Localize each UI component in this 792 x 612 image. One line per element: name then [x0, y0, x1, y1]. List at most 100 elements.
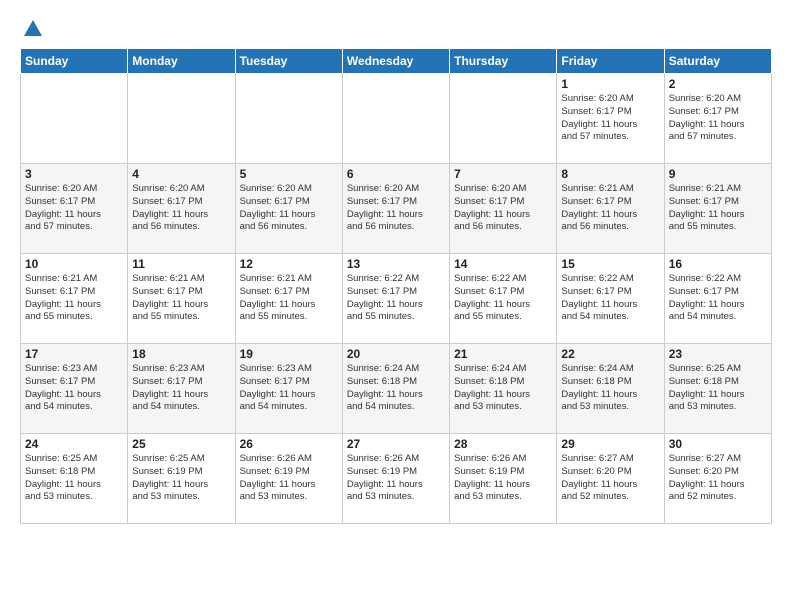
day-info: Sunrise: 6:23 AM Sunset: 6:17 PM Dayligh… [25, 363, 101, 412]
calendar-cell: 10 Sunrise: 6:21 AM Sunset: 6:17 PM Dayli… [21, 254, 128, 344]
day-info: Sunrise: 6:23 AM Sunset: 6:17 PM Dayligh… [132, 363, 208, 412]
calendar-cell: 11 Sunrise: 6:21 AM Sunset: 6:17 PM Dayli… [128, 254, 235, 344]
day-number: 20 [347, 347, 445, 361]
calendar-header-row: SundayMondayTuesdayWednesdayThursdayFrid… [21, 49, 772, 74]
day-number: 11 [132, 257, 230, 271]
calendar-cell: 4 Sunrise: 6:20 AM Sunset: 6:17 PM Daylig… [128, 164, 235, 254]
day-number: 9 [669, 167, 767, 181]
day-number: 5 [240, 167, 338, 181]
weekday-header: Monday [128, 49, 235, 74]
calendar-cell: 2 Sunrise: 6:20 AM Sunset: 6:17 PM Daylig… [664, 74, 771, 164]
day-info: Sunrise: 6:23 AM Sunset: 6:17 PM Dayligh… [240, 363, 316, 412]
day-number: 17 [25, 347, 123, 361]
calendar-cell: 25Sunrise: 6:25 AM Sunset: 6:19 PM Dayli… [128, 434, 235, 524]
logo-icon [22, 18, 44, 40]
day-info: Sunrise: 6:24 AM Sunset: 6:18 PM Dayligh… [561, 363, 637, 412]
calendar-cell: 13 Sunrise: 6:22 AM Sunset: 6:17 PM Dayli… [342, 254, 449, 344]
day-info: Sunrise: 6:27 AM Sunset: 6:20 PM Dayligh… [669, 453, 745, 502]
calendar-cell: 29 Sunrise: 6:27 AM Sunset: 6:20 PM Dayli… [557, 434, 664, 524]
calendar-cell: 15Sunrise: 6:22 AM Sunset: 6:17 PM Dayli… [557, 254, 664, 344]
day-info: Sunrise: 6:20 AM Sunset: 6:17 PM Dayligh… [240, 183, 316, 232]
day-info: Sunrise: 6:20 AM Sunset: 6:17 PM Dayligh… [669, 93, 745, 142]
day-info: Sunrise: 6:26 AM Sunset: 6:19 PM Dayligh… [240, 453, 316, 502]
day-number: 14 [454, 257, 552, 271]
day-number: 24 [25, 437, 123, 451]
calendar-cell [450, 74, 557, 164]
calendar-cell: 9 Sunrise: 6:21 AM Sunset: 6:17 PM Daylig… [664, 164, 771, 254]
day-info: Sunrise: 6:21 AM Sunset: 6:17 PM Dayligh… [669, 183, 745, 232]
calendar-week-row: 10 Sunrise: 6:21 AM Sunset: 6:17 PM Dayli… [21, 254, 772, 344]
day-info: Sunrise: 6:26 AM Sunset: 6:19 PM Dayligh… [347, 453, 423, 502]
weekday-header: Friday [557, 49, 664, 74]
calendar-table: SundayMondayTuesdayWednesdayThursdayFrid… [20, 48, 772, 524]
day-info: Sunrise: 6:20 AM Sunset: 6:17 PM Dayligh… [132, 183, 208, 232]
calendar-cell: 30 Sunrise: 6:27 AM Sunset: 6:20 PM Dayli… [664, 434, 771, 524]
day-info: Sunrise: 6:26 AM Sunset: 6:19 PM Dayligh… [454, 453, 530, 502]
day-number: 1 [561, 77, 659, 91]
calendar-cell: 6 Sunrise: 6:20 AM Sunset: 6:17 PM Daylig… [342, 164, 449, 254]
day-number: 18 [132, 347, 230, 361]
day-info: Sunrise: 6:24 AM Sunset: 6:18 PM Dayligh… [454, 363, 530, 412]
calendar-cell: 17 Sunrise: 6:23 AM Sunset: 6:17 PM Dayli… [21, 344, 128, 434]
calendar-cell: 24 Sunrise: 6:25 AM Sunset: 6:18 PM Dayli… [21, 434, 128, 524]
day-info: Sunrise: 6:20 AM Sunset: 6:17 PM Dayligh… [561, 93, 637, 142]
day-number: 10 [25, 257, 123, 271]
calendar-cell: 12Sunrise: 6:21 AM Sunset: 6:17 PM Dayli… [235, 254, 342, 344]
day-info: Sunrise: 6:27 AM Sunset: 6:20 PM Dayligh… [561, 453, 637, 502]
page: SundayMondayTuesdayWednesdayThursdayFrid… [0, 0, 792, 612]
calendar-week-row: 3 Sunrise: 6:20 AM Sunset: 6:17 PM Daylig… [21, 164, 772, 254]
day-number: 2 [669, 77, 767, 91]
calendar-week-row: 1 Sunrise: 6:20 AM Sunset: 6:17 PM Daylig… [21, 74, 772, 164]
day-number: 27 [347, 437, 445, 451]
day-info: Sunrise: 6:21 AM Sunset: 6:17 PM Dayligh… [561, 183, 637, 232]
day-number: 25 [132, 437, 230, 451]
day-number: 28 [454, 437, 552, 451]
day-number: 29 [561, 437, 659, 451]
day-number: 15 [561, 257, 659, 271]
calendar-cell [128, 74, 235, 164]
calendar-cell: 1 Sunrise: 6:20 AM Sunset: 6:17 PM Daylig… [557, 74, 664, 164]
day-number: 19 [240, 347, 338, 361]
calendar-cell: 8 Sunrise: 6:21 AM Sunset: 6:17 PM Daylig… [557, 164, 664, 254]
weekday-header: Sunday [21, 49, 128, 74]
day-info: Sunrise: 6:21 AM Sunset: 6:17 PM Dayligh… [25, 273, 101, 322]
day-info: Sunrise: 6:22 AM Sunset: 6:17 PM Dayligh… [454, 273, 530, 322]
calendar-cell [342, 74, 449, 164]
day-info: Sunrise: 6:20 AM Sunset: 6:17 PM Dayligh… [347, 183, 423, 232]
weekday-header: Saturday [664, 49, 771, 74]
day-info: Sunrise: 6:20 AM Sunset: 6:17 PM Dayligh… [25, 183, 101, 232]
calendar-week-row: 17 Sunrise: 6:23 AM Sunset: 6:17 PM Dayli… [21, 344, 772, 434]
calendar-cell: 23Sunrise: 6:25 AM Sunset: 6:18 PM Dayli… [664, 344, 771, 434]
day-number: 8 [561, 167, 659, 181]
day-number: 30 [669, 437, 767, 451]
calendar-week-row: 24 Sunrise: 6:25 AM Sunset: 6:18 PM Dayli… [21, 434, 772, 524]
calendar-cell: 27 Sunrise: 6:26 AM Sunset: 6:19 PM Dayli… [342, 434, 449, 524]
day-number: 22 [561, 347, 659, 361]
calendar-cell: 20 Sunrise: 6:24 AM Sunset: 6:18 PM Dayli… [342, 344, 449, 434]
calendar-cell [21, 74, 128, 164]
day-info: Sunrise: 6:25 AM Sunset: 6:18 PM Dayligh… [25, 453, 101, 502]
weekday-header: Tuesday [235, 49, 342, 74]
day-number: 26 [240, 437, 338, 451]
day-number: 6 [347, 167, 445, 181]
calendar-cell: 16Sunrise: 6:22 AM Sunset: 6:17 PM Dayli… [664, 254, 771, 344]
day-number: 13 [347, 257, 445, 271]
calendar-cell: 26 Sunrise: 6:26 AM Sunset: 6:19 PM Dayli… [235, 434, 342, 524]
calendar-cell: 19 Sunrise: 6:23 AM Sunset: 6:17 PM Dayli… [235, 344, 342, 434]
day-info: Sunrise: 6:22 AM Sunset: 6:17 PM Dayligh… [347, 273, 423, 322]
day-number: 4 [132, 167, 230, 181]
calendar-cell: 21 Sunrise: 6:24 AM Sunset: 6:18 PM Dayli… [450, 344, 557, 434]
day-number: 23 [669, 347, 767, 361]
day-number: 21 [454, 347, 552, 361]
calendar-cell: 7 Sunrise: 6:20 AM Sunset: 6:17 PM Daylig… [450, 164, 557, 254]
day-info: Sunrise: 6:24 AM Sunset: 6:18 PM Dayligh… [347, 363, 423, 412]
calendar-cell [235, 74, 342, 164]
day-info: Sunrise: 6:20 AM Sunset: 6:17 PM Dayligh… [454, 183, 530, 232]
day-info: Sunrise: 6:21 AM Sunset: 6:17 PM Dayligh… [132, 273, 208, 322]
day-number: 7 [454, 167, 552, 181]
logo-area [20, 18, 44, 40]
calendar-cell: 5 Sunrise: 6:20 AM Sunset: 6:17 PM Daylig… [235, 164, 342, 254]
header [20, 18, 772, 40]
day-number: 16 [669, 257, 767, 271]
day-number: 3 [25, 167, 123, 181]
